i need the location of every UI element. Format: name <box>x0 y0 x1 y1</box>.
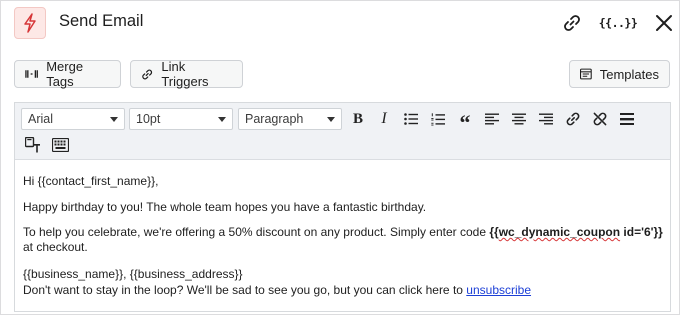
chevron-down-icon <box>327 117 335 122</box>
merge-tags-icon-text: {{..}} <box>598 16 638 30</box>
chevron-down-icon <box>218 117 226 122</box>
send-email-panel: Send Email {{..}} Merge Tags Link Trigge… <box>0 0 680 315</box>
close-icon[interactable] <box>652 11 676 35</box>
panel-header: Send Email {{..}} <box>1 1 679 45</box>
merge-tags-icon[interactable]: {{..}} <box>598 11 638 35</box>
font-family-value: Arial <box>28 112 54 126</box>
footer-text: Don't want to stay in the loop? We'll be… <box>23 283 467 297</box>
discount-text: To help you celebrate, we're offering a … <box>23 225 490 239</box>
blockquote-icon[interactable]: “ <box>455 109 475 134</box>
block-format-select[interactable]: Paragraph <box>238 108 342 130</box>
templates-icon <box>580 68 592 80</box>
unsubscribe-link[interactable]: unsubscribe <box>466 283 531 297</box>
merge-tags-button-icon <box>25 70 38 78</box>
birthday-line: Happy birthday to you! The whole team ho… <box>23 200 427 214</box>
link-triggers-button-label: Link Triggers <box>161 59 209 89</box>
link-icon[interactable] <box>560 11 584 35</box>
font-family-select[interactable]: Arial <box>21 108 125 130</box>
merge-tags-button-label: Merge Tags <box>46 59 84 89</box>
chevron-down-icon <box>110 117 118 122</box>
font-size-value: 10pt <box>136 112 161 126</box>
coupon-code: {{wc_dynamic_coupon id='6'}} <box>489 225 662 239</box>
discount-paragraph: To help you celebrate, we're offering a … <box>23 225 663 255</box>
paste-as-text-icon[interactable] <box>23 135 43 155</box>
font-size-select[interactable]: 10pt <box>129 108 233 130</box>
unlink-icon[interactable] <box>590 109 610 129</box>
greeting-line: Hi {{contact_first_name}}, <box>23 174 159 188</box>
editor-toolbar: Arial 10pt Paragraph B I “ <box>15 103 670 160</box>
lightning-bolt-icon <box>14 7 46 39</box>
templates-button-label: Templates <box>599 66 659 82</box>
block-format-value: Paragraph <box>245 112 304 126</box>
align-center-icon[interactable] <box>509 109 529 129</box>
link-triggers-icon <box>142 69 153 79</box>
bold-icon[interactable]: B <box>348 109 368 129</box>
templates-button[interactable]: Templates <box>569 60 670 88</box>
coupon-code-suffix: id='6'}} <box>620 225 663 239</box>
insert-link-icon[interactable] <box>563 109 583 129</box>
horizontal-rule-icon[interactable] <box>617 109 637 129</box>
italic-icon[interactable]: I <box>374 109 394 129</box>
link-triggers-button[interactable]: Link Triggers <box>130 59 243 89</box>
align-left-icon[interactable] <box>482 109 502 129</box>
panel-title: Send Email <box>59 12 144 30</box>
signature-line: {{business_name}}, {{business_address}} <box>23 267 243 281</box>
coupon-code-prefix: {{ <box>489 225 499 239</box>
keyboard-shortcuts-icon[interactable] <box>50 135 70 155</box>
footer-paragraph: Don't want to stay in the loop? We'll be… <box>23 283 663 298</box>
merge-tags-button[interactable]: Merge Tags <box>14 59 121 89</box>
align-right-icon[interactable] <box>536 109 556 129</box>
discount-text-end: at checkout. <box>23 240 88 254</box>
email-body-editor[interactable]: Arial 10pt Paragraph B I “ Hi {{contact_… <box>14 102 671 312</box>
coupon-code-word: wc_dynamic_coupon <box>498 225 621 239</box>
bullet-list-icon[interactable] <box>401 109 421 129</box>
numbered-list-icon[interactable] <box>428 109 448 129</box>
